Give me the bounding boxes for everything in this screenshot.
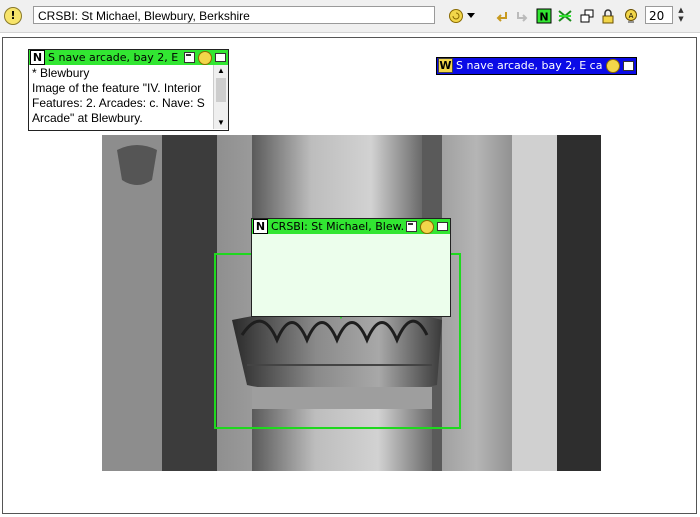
zoom-stepper[interactable]: ▲ ▼ [675,6,687,24]
chevron-down-icon[interactable] [466,7,476,25]
link-icon[interactable] [556,7,574,25]
link-note-icon: W [438,58,453,73]
note-scrollbar[interactable]: ▲ ▼ [213,65,228,129]
new-note-icon[interactable]: N [535,7,553,25]
toolbar: ! CRSBI: St Michael, Blewbury, Berkshire… [0,0,700,33]
spin-up-icon[interactable]: ▲ [675,6,687,15]
note-title: S nave arcade, bay 2, E cap... [456,59,603,72]
note-n-icon: N [30,50,45,65]
note-titlebar[interactable]: N S nave arcade, bay 2, E ... [29,50,228,65]
note-title: CRSBI: St Michael, Blew... [271,220,403,233]
note-line: Features: 2. Arcades: c. Nave: S [32,96,205,110]
lock-icon[interactable] [599,7,617,25]
spin-down-icon[interactable]: ▼ [675,15,687,24]
zoom-input[interactable]: 20 [645,6,673,24]
menu-ball-icon[interactable] [420,219,434,234]
note-line: * Blewbury [32,66,90,80]
scroll-down-icon[interactable]: ▼ [214,117,228,129]
note-body: * Blewbury Image of the feature "IV. Int… [29,65,228,129]
back-arrow-icon[interactable] [492,7,510,25]
forward-arrow-icon[interactable] [514,7,532,25]
minimize-icon[interactable] [215,53,226,62]
note-window-left[interactable]: N S nave arcade, bay 2, E ... * Blewbury… [28,49,229,131]
menu-ball-icon[interactable] [198,50,212,65]
menu-ball-icon[interactable] [606,58,620,73]
note-line: Arcade" at Blewbury. [32,111,143,125]
note-line: Image of the feature "IV. Interior [32,81,202,95]
restore-icon[interactable] [406,221,417,232]
scroll-up-icon[interactable]: ▲ [214,65,228,77]
info-icon[interactable]: ! [4,7,22,25]
svg-text:N: N [539,11,548,24]
note-n-icon: N [253,219,268,234]
note-window-center[interactable]: N CRSBI: St Michael, Blew... [251,218,451,317]
windows-icon[interactable] [578,7,596,25]
title-field[interactable]: CRSBI: St Michael, Blewbury, Berkshire [33,6,435,24]
note-window-collapsed[interactable]: W S nave arcade, bay 2, E cap... [436,57,637,75]
restore-icon[interactable] [623,60,634,71]
note-titlebar[interactable]: W S nave arcade, bay 2, E cap... [437,58,636,73]
scroll-thumb[interactable] [216,78,226,102]
restore-icon[interactable] [184,52,195,63]
menu-ball-icon[interactable] [447,7,465,25]
svg-text:A: A [629,12,634,20]
minimize-icon[interactable] [437,222,448,231]
note-title: S nave arcade, bay 2, E ... [48,51,181,64]
zoom-icon[interactable]: A [622,7,640,25]
note-titlebar[interactable]: N CRSBI: St Michael, Blew... [252,219,450,234]
